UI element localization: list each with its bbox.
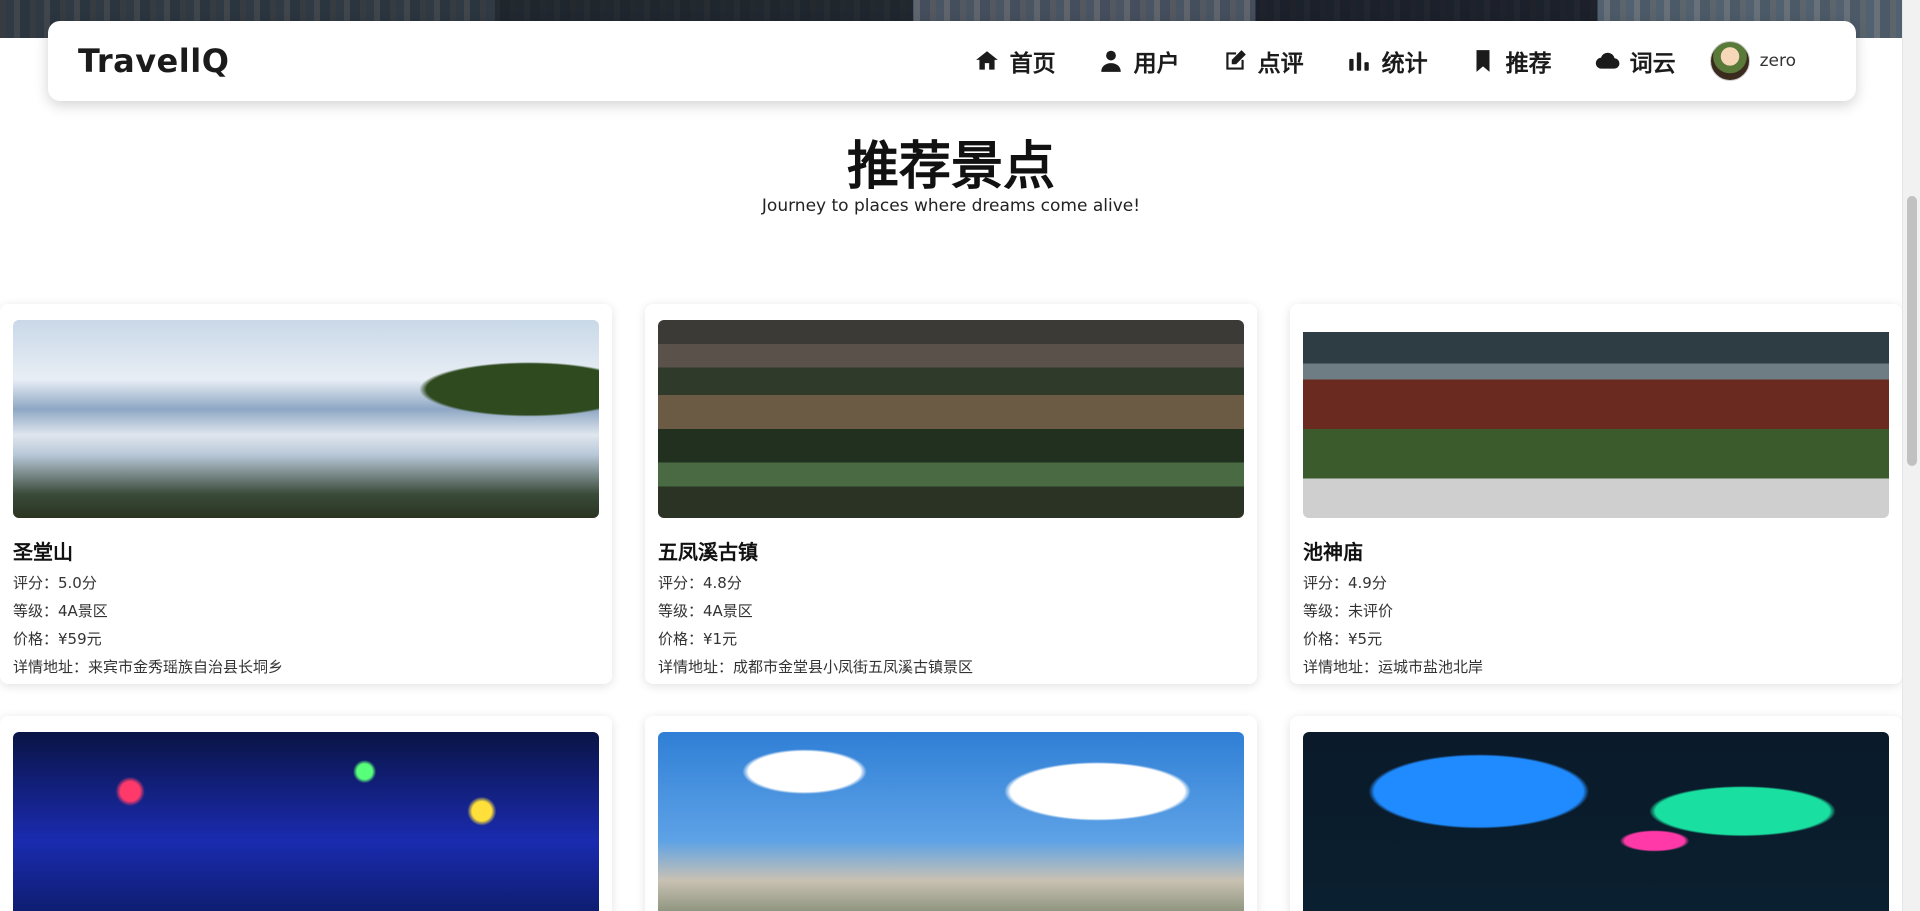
nav-item-review[interactable]: 点评 [1222, 44, 1304, 78]
cloud-icon [1595, 52, 1620, 69]
username: zero [1759, 51, 1796, 71]
vertical-scrollbar[interactable] [1902, 0, 1920, 911]
top-navbar: TravellQ 首页 用户 点评 统计 推荐 词云 zero [48, 21, 1856, 101]
attraction-card[interactable]: 圣堂山 评分：5.0分 等级：4A景区 价格：¥59元 详情地址：来宾市金秀瑶族… [0, 304, 612, 684]
attraction-price: 价格：¥1元 [658, 630, 738, 648]
attraction-name: 圣堂山 [13, 540, 73, 564]
nav-item-wordcloud[interactable]: 词云 [1594, 44, 1676, 78]
bookmark-icon [1476, 50, 1490, 72]
bar-chart-icon [1348, 52, 1369, 71]
attraction-rating: 评分：4.8分 [658, 574, 742, 592]
nav-item-label: 词云 [1629, 51, 1676, 77]
attraction-address: 详情地址：成都市金堂县小凤街五凤溪古镇景区 [658, 658, 974, 676]
avatar[interactable] [1709, 41, 1750, 81]
attraction-level: 等级：4A景区 [658, 602, 753, 620]
nav-item-label: 点评 [1257, 51, 1304, 77]
attraction-address: 详情地址：来宾市金秀瑶族自治县长垌乡 [13, 658, 284, 676]
brand-logo[interactable]: TravellQ [78, 42, 229, 80]
attraction-name: 池神庙 [1303, 540, 1363, 564]
attraction-address: 详情地址：运城市盐池北岸 [1303, 658, 1484, 676]
nav-item-users[interactable]: 用户 [1098, 44, 1180, 78]
nav-links: 首页 用户 点评 统计 推荐 词云 zero [932, 41, 1826, 81]
nav-item-label: 推荐 [1505, 51, 1552, 77]
edit-icon [1225, 50, 1246, 70]
attraction-card[interactable] [1290, 716, 1902, 911]
attraction-rating: 评分：5.0分 [13, 574, 97, 592]
nav-item-label: 统计 [1381, 51, 1428, 77]
attraction-image[interactable] [1303, 320, 1889, 518]
attraction-level: 等级：未评价 [1303, 602, 1394, 620]
attraction-price: 价格：¥59元 [13, 630, 102, 648]
attraction-card[interactable] [0, 716, 612, 911]
user-menu[interactable]: zero [1709, 41, 1796, 81]
attraction-card[interactable] [645, 716, 1257, 911]
nav-item-label: 用户 [1133, 51, 1180, 77]
nav-item-stats[interactable]: 统计 [1346, 44, 1428, 78]
attraction-image[interactable] [658, 732, 1244, 911]
scrollbar-thumb[interactable] [1907, 196, 1917, 466]
nav-item-label: 首页 [1009, 51, 1056, 77]
page-title: 推荐景点 [846, 137, 1055, 197]
attraction-rating: 评分：4.9分 [1303, 574, 1387, 592]
attraction-name: 五凤溪古镇 [658, 540, 758, 564]
attraction-image[interactable] [13, 732, 599, 911]
page-subtitle: Journey to places where dreams come aliv… [761, 196, 1141, 216]
attraction-price: 价格：¥5元 [1303, 630, 1383, 648]
user-icon [1100, 50, 1121, 72]
attraction-image[interactable] [1303, 732, 1889, 911]
attraction-card[interactable]: 五凤溪古镇 评分：4.8分 等级：4A景区 价格：¥1元 详情地址：成都市金堂县… [645, 304, 1257, 684]
attraction-image[interactable] [13, 320, 599, 518]
nav-item-home[interactable]: 首页 [974, 44, 1056, 78]
home-icon [975, 51, 998, 70]
nav-item-recommend[interactable]: 推荐 [1470, 44, 1552, 78]
attraction-level: 等级：4A景区 [13, 602, 108, 620]
attraction-image[interactable] [658, 320, 1244, 518]
attraction-card[interactable]: 池神庙 评分：4.9分 等级：未评价 价格：¥5元 详情地址：运城市盐池北岸 [1290, 304, 1902, 684]
